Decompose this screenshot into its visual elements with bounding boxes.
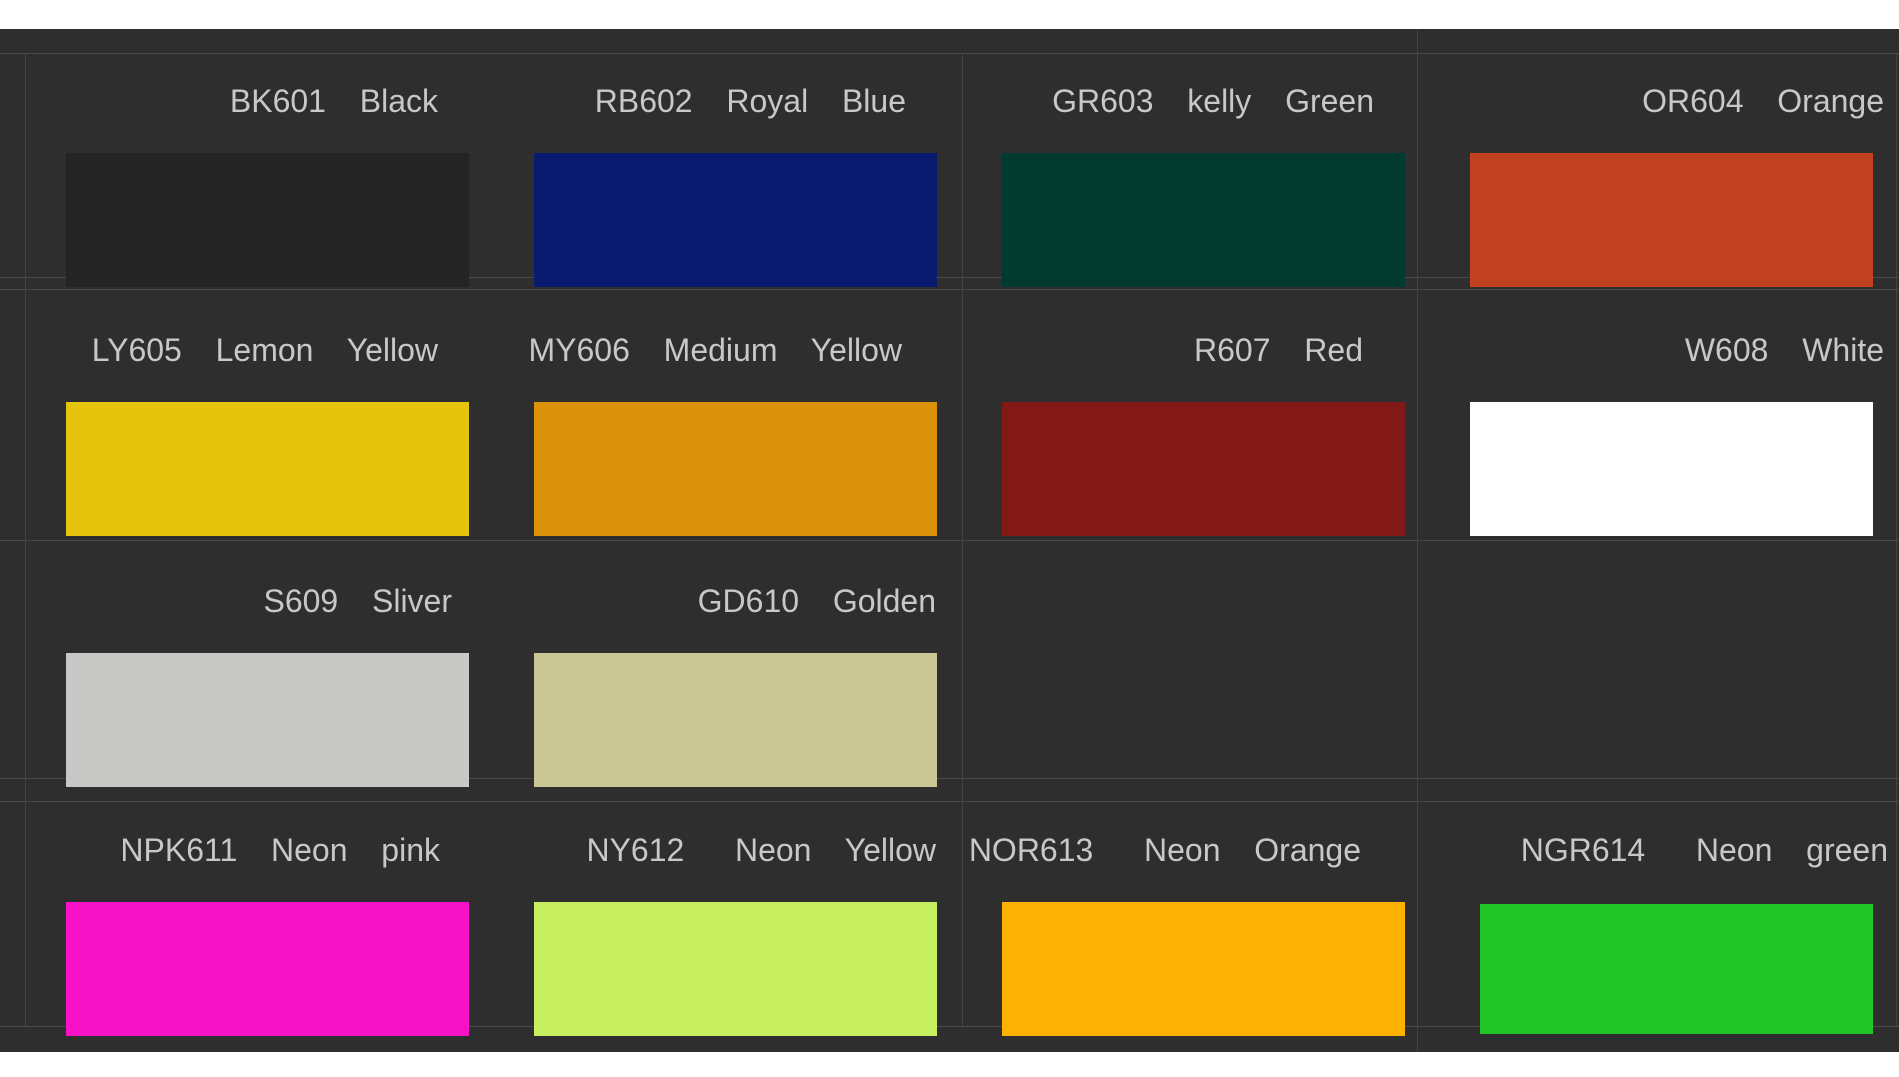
swatch-label: LY605 Lemon Yellow [91,332,438,368]
swatch-label: GR603 kelly Green [1052,83,1374,119]
swatch-color [1002,153,1405,287]
swatch-label: NPK611 Neon pink [120,832,440,868]
swatch-label: MY606 Medium Yellow [528,332,902,368]
swatch-card-gd610: GD610 Golden [468,553,937,787]
swatch-label: RB602 Royal Blue [594,83,906,119]
swatch-color [66,402,469,536]
swatch-card-gr603: GR603 kelly Green [936,53,1405,287]
row-divider [0,289,1899,290]
swatch-card-ngr614: NGR614 Neon green [1404,802,1888,1034]
swatch-label: OR604 Orange [1642,83,1884,119]
swatch-color [1470,402,1873,536]
swatch-label: S609 Sliver [263,583,452,619]
swatch-color [1480,904,1873,1034]
swatch-card-r607: R607 Red [936,302,1405,536]
swatch-color [1002,902,1405,1036]
swatch-label: NOR613 Neon Orange [968,832,1361,868]
swatch-card-rb602: RB602 Royal Blue [468,53,937,287]
color-chart-board: BK601 Black RB602 Royal Blue GR603 kelly… [0,29,1899,1052]
swatch-color [66,653,469,787]
swatch-card-or604: OR604 Orange [1404,53,1884,287]
swatch-label: R607 Red [1194,332,1363,368]
swatch-color [534,402,937,536]
swatch-card-s609: S609 Sliver [0,553,469,787]
swatch-color [534,153,937,287]
swatch-color [66,153,469,287]
swatch-card-ly605: LY605 Lemon Yellow [0,302,469,536]
swatch-label: NY612 Neon Yellow [586,832,936,868]
swatch-card-nor613: NOR613 Neon Orange [936,802,1405,1036]
swatch-color [1002,402,1405,536]
swatch-card-npk611: NPK611 Neon pink [0,802,469,1036]
swatch-color [534,902,937,1036]
swatch-color [66,902,469,1036]
column-divider [1896,53,1897,1026]
swatch-color [534,653,937,787]
swatch-label: BK601 Black [229,83,438,119]
swatch-color [1470,153,1873,287]
swatch-card-my606: MY606 Medium Yellow [468,302,937,536]
swatch-card-bk601: BK601 Black [0,53,469,287]
swatch-label: NGR614 Neon green [1520,832,1888,868]
swatch-card-ny612: NY612 Neon Yellow [468,802,937,1036]
swatch-label: GD610 Golden [697,583,936,619]
swatch-label: W608 White [1684,332,1884,368]
row-divider [0,540,1899,541]
swatch-card-w608: W608 White [1404,302,1884,536]
